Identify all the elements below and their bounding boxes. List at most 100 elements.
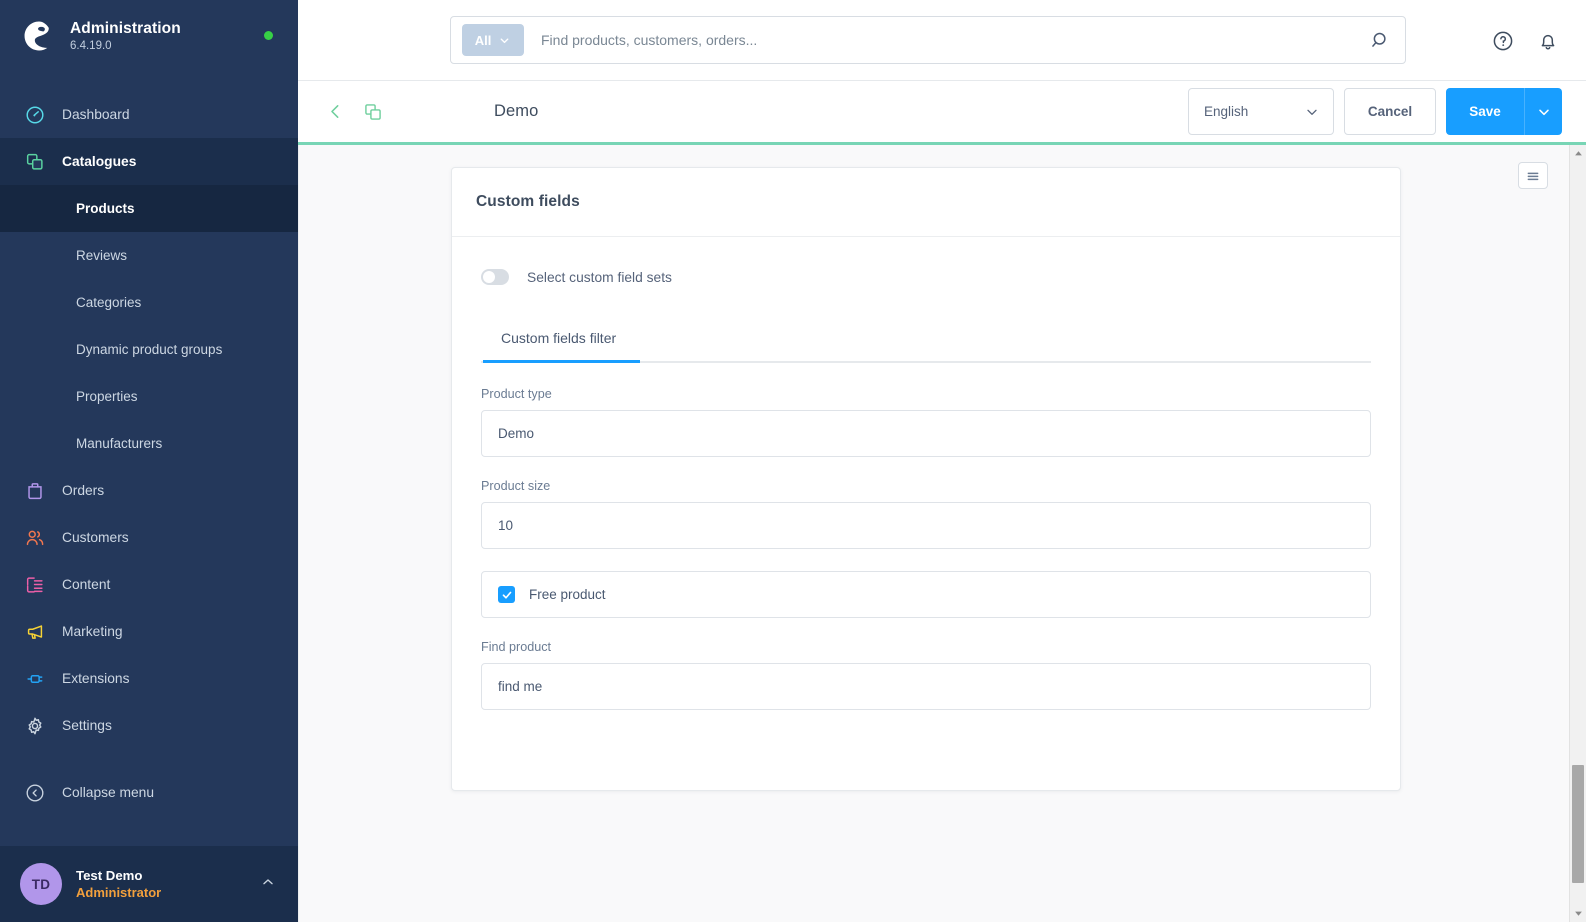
sidebar-item-reviews[interactable]: Reviews <box>0 232 298 279</box>
sidebar-item-content[interactable]: Content <box>0 561 298 608</box>
duplicate-squares-icon[interactable] <box>360 99 386 125</box>
chevron-left-icon[interactable] <box>322 99 348 125</box>
extensions-plug-icon <box>27 674 43 683</box>
sidebar-item-dashboard[interactable]: Dashboard <box>0 91 298 138</box>
user-role: Administrator <box>76 885 162 900</box>
save-button-group: Save <box>1446 88 1562 135</box>
free-product-label: Free product <box>529 587 606 602</box>
sidebar-item-marketing[interactable]: Marketing <box>0 608 298 655</box>
tab-label: Custom fields filter <box>501 330 617 346</box>
sidebar-item-label: Marketing <box>62 624 123 639</box>
shopware-logo-icon <box>24 21 49 51</box>
field-label: Product type <box>481 387 552 401</box>
select-custom-field-sets-row: Select custom field sets <box>481 269 1371 285</box>
tab-bar: Custom fields filter <box>481 328 1371 363</box>
select-custom-field-sets-label: Select custom field sets <box>527 269 672 285</box>
select-custom-field-sets-toggle[interactable] <box>481 269 509 285</box>
status-indicator-dot <box>264 31 273 40</box>
sidebar: Administration 6.4.19.0 Dashboard Catalo… <box>0 0 298 922</box>
sidebar-item-label: Orders <box>62 483 105 498</box>
field-product-type: Product type <box>481 387 1371 457</box>
sidebar-item-dynamic-product-groups[interactable]: Dynamic product groups <box>0 326 298 373</box>
sidebar-item-label: Reviews <box>76 248 128 263</box>
catalogues-stacked-squares-icon <box>26 153 43 170</box>
sidebar-item-label: Customers <box>62 530 129 545</box>
avatar: TD <box>20 863 62 905</box>
sidebar-item-catalogues[interactable]: Catalogues <box>0 138 298 185</box>
sidebar-item-label: Categories <box>76 295 142 310</box>
smart-bar-actions: English Cancel Save <box>1188 88 1562 135</box>
product-type-input[interactable] <box>481 410 1371 457</box>
sidebar-navigation: Dashboard Catalogues Products Reviews Ca… <box>0 91 298 816</box>
marketing-megaphone-icon <box>27 624 43 639</box>
card-title: Custom fields <box>476 193 580 210</box>
sidebar-item-products[interactable]: Products <box>0 185 298 232</box>
scroll-up-arrow-icon[interactable] <box>1570 145 1586 162</box>
save-options-dropdown-button[interactable] <box>1524 88 1562 135</box>
free-product-checkbox[interactable] <box>498 586 515 603</box>
chevron-down-icon <box>500 37 509 43</box>
language-select[interactable]: English <box>1188 88 1334 135</box>
field-product-size: Product size <box>481 479 1371 549</box>
main-area: All Find products, customers, orders... … <box>298 0 1586 922</box>
application-window: Administration 6.4.19.0 Dashboard Catalo… <box>0 0 1586 922</box>
sidebar-item-manufacturers[interactable]: Manufacturers <box>0 420 298 467</box>
brand-header[interactable]: Administration 6.4.19.0 <box>0 0 298 72</box>
toggle-knob <box>483 271 495 283</box>
sidebar-item-label: Manufacturers <box>76 436 163 451</box>
scroll-down-arrow-icon[interactable] <box>1570 905 1586 922</box>
sidebar-item-settings[interactable]: Settings <box>0 702 298 749</box>
chevron-up-icon <box>260 874 276 895</box>
cancel-button[interactable]: Cancel <box>1344 88 1436 135</box>
card-body: Select custom field sets Custom fields f… <box>452 237 1400 790</box>
save-button[interactable]: Save <box>1446 88 1524 135</box>
collapse-menu-button[interactable]: Collapse menu <box>0 769 298 816</box>
user-profile-bar[interactable]: TD Test Demo Administrator <box>0 846 298 922</box>
search-icon[interactable] <box>1363 30 1397 51</box>
global-search-bar: All <box>450 16 1406 64</box>
sidebar-item-label: Products <box>76 201 135 216</box>
sidebar-item-label: Extensions <box>62 671 130 686</box>
settings-gear-icon <box>28 717 42 734</box>
brand-title: Administration <box>70 19 181 37</box>
top-bar-actions <box>1489 0 1562 81</box>
sidebar-item-extensions[interactable]: Extensions <box>0 655 298 702</box>
card-header: Custom fields <box>452 168 1400 237</box>
field-label: Find product <box>481 640 552 654</box>
sidebar-item-properties[interactable]: Properties <box>0 373 298 420</box>
sidebar-item-label: Properties <box>76 389 138 404</box>
page-title: Demo <box>494 102 539 120</box>
brand-version: 6.4.19.0 <box>70 39 112 52</box>
hamburger-menu-icon <box>1527 172 1539 180</box>
search-scope-dropdown[interactable]: All <box>462 24 524 56</box>
scrollbar-thumb[interactable] <box>1572 765 1584 883</box>
sidebar-item-label: Settings <box>62 718 112 733</box>
sidebar-item-customers[interactable]: Customers <box>0 514 298 561</box>
help-question-circle-icon[interactable] <box>1489 27 1517 55</box>
top-bar: All <box>298 0 1586 81</box>
sidebar-panel-toggle-button[interactable] <box>1518 162 1548 189</box>
custom-fields-card: Custom fields Select custom field sets C… <box>451 167 1401 791</box>
language-select-value: English <box>1204 104 1249 119</box>
sidebar-item-label: Dashboard <box>62 107 130 122</box>
sidebar-item-categories[interactable]: Categories <box>0 279 298 326</box>
content-area: Custom fields Select custom field sets C… <box>298 145 1586 922</box>
search-scope-label: All <box>474 32 492 48</box>
search-input[interactable] <box>524 18 1363 62</box>
find-product-input[interactable] <box>481 663 1371 710</box>
collapse-menu-label: Collapse menu <box>62 785 155 800</box>
check-icon <box>502 591 511 599</box>
sidebar-item-label: Dynamic product groups <box>76 342 223 357</box>
product-size-input[interactable] <box>481 502 1371 549</box>
content-scrollbar[interactable] <box>1569 145 1586 922</box>
sidebar-item-orders[interactable]: Orders <box>0 467 298 514</box>
tab-custom-fields-filter[interactable]: Custom fields filter <box>483 330 641 363</box>
content-layout-icon <box>26 576 43 593</box>
smart-bar: Demo English Cancel Save <box>298 81 1586 142</box>
collapse-left-circle-icon <box>26 784 44 801</box>
smart-bar-left: Demo <box>322 99 538 125</box>
field-free-product: Free product <box>481 571 1371 618</box>
notification-bell-icon[interactable] <box>1534 27 1562 55</box>
customers-people-icon <box>26 530 44 545</box>
field-label: Product size <box>481 479 551 493</box>
